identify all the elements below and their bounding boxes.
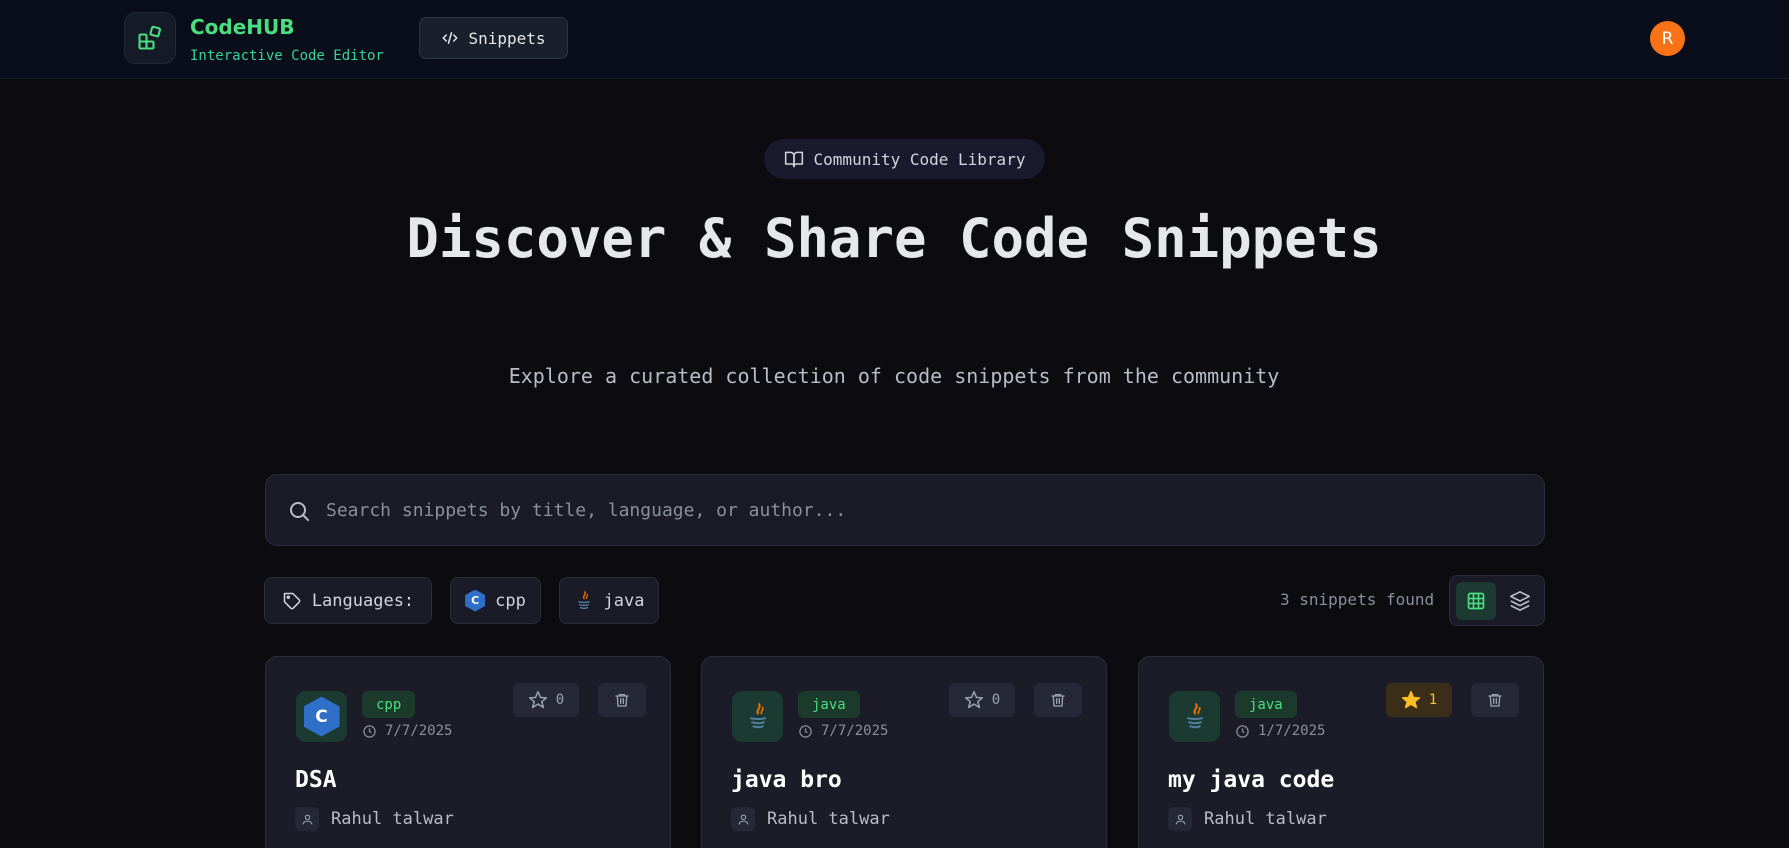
language-filter-cpp[interactable]: C cpp: [450, 577, 541, 624]
tag-icon: [283, 592, 301, 609]
snippet-date: 1/7/2025: [1235, 723, 1325, 739]
user-icon: [731, 807, 755, 831]
trash-icon: [1051, 694, 1065, 707]
grid-icon: [1467, 592, 1485, 610]
user-icon: [295, 807, 319, 831]
snippet-author: Rahul talwar: [1168, 807, 1327, 831]
community-badge: Community Code Library: [764, 139, 1045, 179]
list-view-button[interactable]: [1500, 582, 1540, 620]
snippets-nav-label: Snippets: [468, 28, 546, 48]
delete-button[interactable]: [1471, 683, 1519, 717]
language-badge: cpp: [362, 691, 416, 718]
view-toggle: [1449, 575, 1545, 626]
snippet-card[interactable]: C cpp 7/7/2025 0 DSA Rahul talwar: [265, 656, 671, 848]
user-icon: [1168, 807, 1192, 831]
delete-button[interactable]: [598, 683, 646, 717]
user-avatar[interactable]: R: [1650, 21, 1685, 56]
snippet-title[interactable]: DSA: [295, 767, 337, 793]
search-bar: [265, 474, 1545, 546]
results-count: 3 snippets found: [1280, 590, 1435, 609]
star-icon: [528, 690, 547, 709]
layers-icon: [1510, 591, 1530, 611]
delete-button[interactable]: [1034, 683, 1082, 717]
community-badge-label: Community Code Library: [813, 149, 1026, 169]
snippet-date-text: 7/7/2025: [821, 723, 889, 739]
search-input[interactable]: [326, 475, 1526, 545]
star-count: 0: [555, 692, 565, 708]
language-badge: java: [798, 691, 860, 718]
snippet-title[interactable]: my java code: [1168, 767, 1334, 793]
trash-icon: [615, 694, 629, 707]
snippet-author: Rahul talwar: [731, 807, 890, 831]
snippet-title[interactable]: java bro: [731, 767, 842, 793]
snippet-author-name: Rahul talwar: [1204, 809, 1327, 829]
languages-filter-label: Languages:: [264, 577, 432, 624]
cpp-logo-icon: C: [296, 691, 347, 742]
star-filled-icon: [1401, 690, 1420, 709]
snippet-card[interactable]: java 7/7/2025 0 java bro Rahul talwar: [701, 656, 1107, 848]
brand-subtitle: Interactive Code Editor: [190, 48, 384, 64]
snippet-author: Rahul talwar: [295, 807, 454, 831]
star-count: 1: [1428, 692, 1438, 708]
java-logo-icon: [732, 691, 783, 742]
java-logo-icon: [1169, 691, 1220, 742]
snippet-card[interactable]: java 1/7/2025 1 my java code Rahul talwa…: [1138, 656, 1544, 848]
search-icon: [290, 502, 309, 521]
top-header: CodeHUB Interactive Code Editor Snippets…: [0, 0, 1789, 79]
snippet-date-text: 7/7/2025: [385, 723, 453, 739]
snippet-author-name: Rahul talwar: [767, 809, 890, 829]
snippets-nav-button[interactable]: Snippets: [419, 17, 568, 59]
languages-label-text: Languages:: [311, 590, 415, 611]
page-title: Discover & Share Code Snippets: [406, 207, 1382, 270]
brand-title[interactable]: CodeHUB: [190, 15, 295, 39]
snippet-date-text: 1/7/2025: [1258, 723, 1326, 739]
star-icon: [964, 690, 983, 709]
grid-view-button[interactable]: [1456, 582, 1496, 620]
cpp-logo-icon: C: [465, 589, 486, 612]
language-filter-cpp-label: cpp: [495, 590, 526, 611]
star-button[interactable]: 1: [1386, 683, 1452, 717]
snippet-date: 7/7/2025: [362, 723, 452, 739]
clock-icon: [363, 724, 376, 738]
clock-icon: [1236, 724, 1249, 738]
star-button[interactable]: 0: [513, 683, 579, 717]
language-filter-java-label: java: [603, 590, 645, 611]
snippet-author-name: Rahul talwar: [331, 809, 454, 829]
snippet-date: 7/7/2025: [798, 723, 888, 739]
code-icon: [442, 32, 458, 44]
page-subtitle: Explore a curated collection of code sni…: [508, 364, 1280, 388]
java-logo-icon: [577, 590, 590, 609]
app-logo-icon[interactable]: [124, 12, 176, 64]
book-open-icon: [784, 151, 803, 168]
trash-icon: [1488, 694, 1502, 707]
language-filter-java[interactable]: java: [559, 577, 659, 624]
language-badge: java: [1235, 691, 1297, 718]
star-count: 0: [991, 692, 1001, 708]
star-button[interactable]: 0: [949, 683, 1015, 717]
clock-icon: [799, 724, 812, 738]
